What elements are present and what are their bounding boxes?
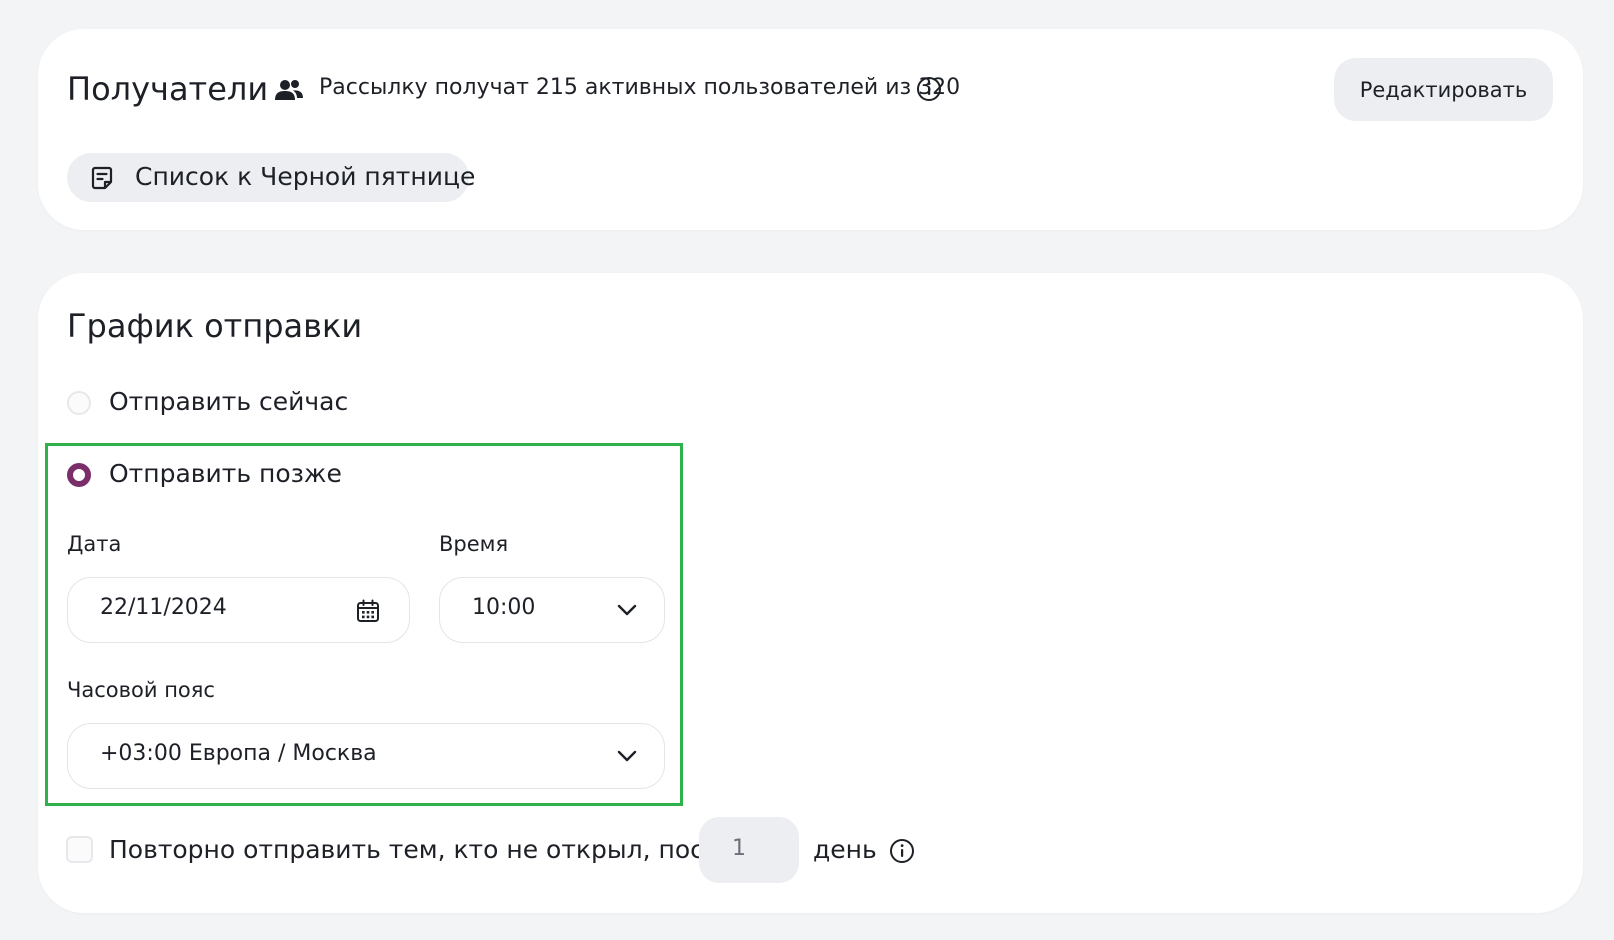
schedule-title: График отправки bbox=[67, 307, 363, 345]
time-value: 10:00 bbox=[472, 595, 536, 620]
timezone-label: Часовой пояс bbox=[67, 678, 215, 702]
resend-checkbox[interactable] bbox=[66, 836, 93, 863]
resend-days-input[interactable]: 1 bbox=[699, 817, 799, 883]
chevron-down-icon bbox=[616, 748, 638, 764]
resend-days-value: 1 bbox=[732, 836, 746, 861]
date-label: Дата bbox=[67, 532, 122, 556]
calendar-icon[interactable] bbox=[355, 598, 381, 624]
time-select[interactable]: 10:00 bbox=[439, 577, 665, 643]
chevron-down-icon bbox=[616, 602, 638, 618]
send-later-radio[interactable] bbox=[67, 463, 91, 487]
recipient-list-chip[interactable]: Список к Черной пятнице bbox=[67, 153, 475, 202]
resend-label[interactable]: Повторно отправить тем, кто не открыл, п… bbox=[109, 834, 735, 866]
recipient-list-label: Список к Черной пятнице bbox=[135, 162, 476, 191]
resend-unit: день bbox=[813, 835, 877, 864]
info-icon[interactable] bbox=[916, 76, 942, 102]
edit-recipients-button[interactable]: Редактировать bbox=[1334, 58, 1553, 121]
timezone-value: +03:00 Европа / Москва bbox=[100, 741, 377, 766]
recipients-title: Получатели bbox=[67, 70, 269, 108]
users-icon bbox=[274, 78, 304, 102]
recipients-card: Получатели Рассылку получат 215 активных… bbox=[38, 29, 1583, 230]
timezone-select[interactable]: +03:00 Европа / Москва bbox=[67, 723, 665, 789]
send-now-label[interactable]: Отправить сейчас bbox=[109, 386, 348, 418]
send-now-radio[interactable] bbox=[67, 391, 91, 415]
date-input[interactable]: 22/11/2024 bbox=[67, 577, 410, 643]
document-list-icon bbox=[90, 165, 114, 191]
info-icon[interactable] bbox=[889, 838, 915, 864]
recipients-summary: Рассылку получат 215 активных пользовате… bbox=[319, 75, 961, 100]
date-value: 22/11/2024 bbox=[100, 595, 227, 620]
send-later-label[interactable]: Отправить позже bbox=[109, 458, 342, 490]
time-label: Время bbox=[439, 532, 509, 556]
